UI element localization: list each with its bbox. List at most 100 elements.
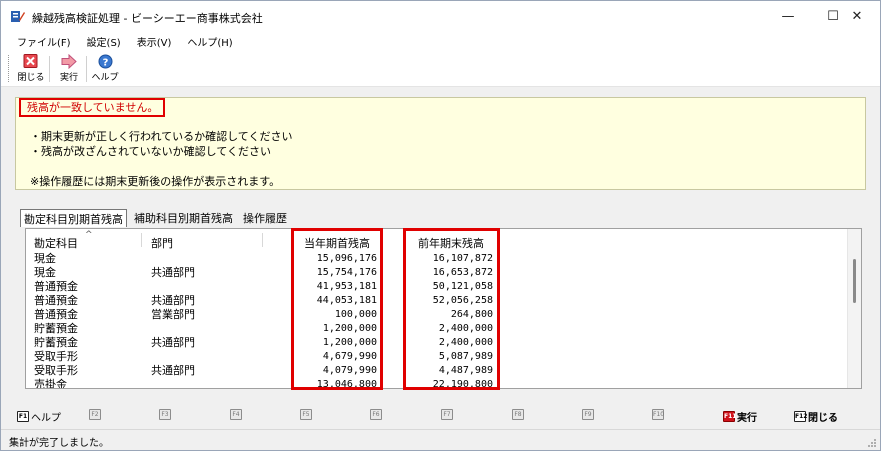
fkey-cap: F3 <box>159 409 171 420</box>
fkey-f2[interactable]: F2 <box>89 409 101 420</box>
tab-strip: 勘定科目別期首残高 補助科目別期首残高 操作履歴 <box>20 209 294 227</box>
table-row[interactable]: 普通預金 営業部門 100,000 264,800 <box>26 308 847 322</box>
toolbar-grip[interactable] <box>8 55 10 82</box>
table-row[interactable]: 普通預金 共通部門 44,053,181 52,056,258 <box>26 294 847 308</box>
fkey-cap: F6 <box>370 409 382 420</box>
table-row[interactable]: 受取手形 共通部門 4,079,990 4,487,989 <box>26 364 847 378</box>
toolbar-separator <box>49 56 50 82</box>
cell-current-opening: 15,754,176 <box>316 267 377 278</box>
cell-current-opening: 13,046,800 <box>316 379 377 389</box>
help-button-label: ヘルプ <box>91 73 119 83</box>
fkey-cap: F5 <box>300 409 312 420</box>
header-previous-closing[interactable]: 前年期末残高 <box>418 235 484 251</box>
message-panel: 残高が一致していません。 ・期末更新が正しく行われているか確認してください ・残… <box>15 97 866 190</box>
balance-grid[interactable]: 勘定科目 ^ 部門 当年期首残高 前年期末残高 現金 15,096,176 16,1… <box>25 228 862 389</box>
cell-account: 普通預金 <box>34 280 78 293</box>
header-divider <box>498 233 499 247</box>
fkey-f11[interactable]: F11 実行 <box>723 409 757 424</box>
close-button[interactable]: 閉じる <box>16 54 46 84</box>
menu-help[interactable]: ヘルプ(H) <box>187 34 232 49</box>
status-bar: 集計が完了しました。 <box>1 429 880 450</box>
header-dept[interactable]: 部門 <box>151 235 173 251</box>
message-line: ・期末更新が正しく行われているか確認してください <box>30 130 293 143</box>
fkey-f8[interactable]: F8 <box>512 409 524 420</box>
window-title: 繰越残高検証処理 - ビーシーエー商事株式会社 <box>32 12 263 25</box>
close-icon <box>23 54 38 68</box>
scrollbar-thumb[interactable] <box>853 259 856 303</box>
cell-dept: 営業部門 <box>151 308 195 321</box>
close-window-button[interactable]: ✕ <box>834 1 880 32</box>
execute-button[interactable]: 実行 <box>55 54 83 84</box>
cell-dept: 共通部門 <box>151 266 195 279</box>
fkey-cap: F10 <box>652 409 665 420</box>
toolbar-separator <box>86 56 87 82</box>
fkey-label: ヘルプ <box>31 413 61 424</box>
table-row[interactable]: 普通預金 41,953,181 50,121,058 <box>26 280 847 294</box>
tab-sub-account-opening[interactable]: 補助科目別期首残高 <box>131 209 236 227</box>
header-divider <box>141 233 142 247</box>
cell-account: 受取手形 <box>34 364 78 377</box>
toolbar: 閉じる 実行 ? ヘルプ <box>1 51 880 87</box>
execute-button-label: 実行 <box>59 73 78 83</box>
cell-previous-closing: 50,121,058 <box>432 281 493 292</box>
cell-current-opening: 1,200,000 <box>322 337 377 348</box>
fkey-cap: F7 <box>441 409 453 420</box>
cell-dept: 共通部門 <box>151 336 195 349</box>
fkey-label: 実行 <box>737 413 757 424</box>
fkey-f9[interactable]: F9 <box>582 409 594 420</box>
fkey-cap: F8 <box>512 409 524 420</box>
help-icon: ? <box>98 54 112 69</box>
title-bar[interactable]: 繰越残高検証処理 - ビーシーエー商事株式会社 — ☐ ✕ <box>1 1 880 32</box>
cell-current-opening: 4,079,990 <box>322 365 377 376</box>
cell-previous-closing: 16,107,872 <box>432 253 493 264</box>
fkey-f5[interactable]: F5 <box>300 409 312 420</box>
table-row[interactable]: 現金 15,096,176 16,107,872 <box>26 252 847 266</box>
cell-account: 現金 <box>34 266 56 279</box>
cell-account: 売掛金 <box>34 378 67 389</box>
fkey-f1[interactable]: F1 ヘルプ <box>17 409 61 424</box>
resize-grip-icon[interactable] <box>867 438 877 448</box>
menu-view[interactable]: 表示(V) <box>137 34 172 49</box>
tab-operation-history[interactable]: 操作履歴 <box>240 209 290 227</box>
header-divider <box>382 233 383 247</box>
table-row[interactable]: 売掛金 13,046,800 22,190,800 <box>26 378 847 389</box>
header-current-opening[interactable]: 当年期首残高 <box>304 235 370 251</box>
table-row[interactable]: 現金 共通部門 15,754,176 16,653,872 <box>26 266 847 280</box>
cell-account: 貯蓄預金 <box>34 322 78 335</box>
menu-settings[interactable]: 設定(S) <box>87 34 121 49</box>
close-button-label: 閉じる <box>17 73 45 83</box>
app-icon <box>11 11 25 22</box>
table-row[interactable]: 貯蓄預金 共通部門 1,200,000 2,400,000 <box>26 336 847 350</box>
cell-previous-closing: 264,800 <box>450 309 493 320</box>
message-line: ・残高が改ざんされていないか確認してください <box>30 145 272 158</box>
cell-previous-closing: 22,190,800 <box>432 379 493 389</box>
fkey-f4[interactable]: F4 <box>230 409 242 420</box>
table-row[interactable]: 貯蓄預金 1,200,000 2,400,000 <box>26 322 847 336</box>
fkey-cap: F4 <box>230 409 242 420</box>
table-row[interactable]: 受取手形 4,679,990 5,087,989 <box>26 350 847 364</box>
cell-previous-closing: 4,487,989 <box>438 365 493 376</box>
header-account[interactable]: 勘定科目 <box>34 235 78 251</box>
grid-header: 勘定科目 ^ 部門 当年期首残高 前年期末残高 <box>26 229 847 251</box>
vertical-scrollbar[interactable] <box>847 229 861 388</box>
status-text: 集計が完了しました。 <box>9 438 109 449</box>
cell-account: 受取手形 <box>34 350 78 363</box>
cell-previous-closing: 5,087,989 <box>438 351 493 362</box>
sort-ascending-icon: ^ <box>85 230 93 240</box>
menu-file[interactable]: ファイル(F) <box>17 34 71 49</box>
fkey-f3[interactable]: F3 <box>159 409 171 420</box>
cell-previous-closing: 2,400,000 <box>438 323 493 334</box>
message-note: ※操作履歴には期末更新後の操作が表示されます。 <box>30 175 281 188</box>
cell-current-opening: 15,096,176 <box>316 253 377 264</box>
cell-previous-closing: 16,653,872 <box>432 267 493 278</box>
fkey-f6[interactable]: F6 <box>370 409 382 420</box>
cell-current-opening: 4,679,990 <box>322 351 377 362</box>
fkey-f7[interactable]: F7 <box>441 409 453 420</box>
fkey-f12[interactable]: F12 閉じる <box>794 409 838 424</box>
fkey-cap: F2 <box>89 409 101 420</box>
help-button[interactable]: ? ヘルプ <box>90 54 120 84</box>
minimize-button[interactable]: — <box>765 1 811 32</box>
fkey-f10[interactable]: F10 <box>652 409 664 420</box>
tab-account-opening[interactable]: 勘定科目別期首残高 <box>20 209 127 227</box>
cell-current-opening: 44,053,181 <box>316 295 377 306</box>
